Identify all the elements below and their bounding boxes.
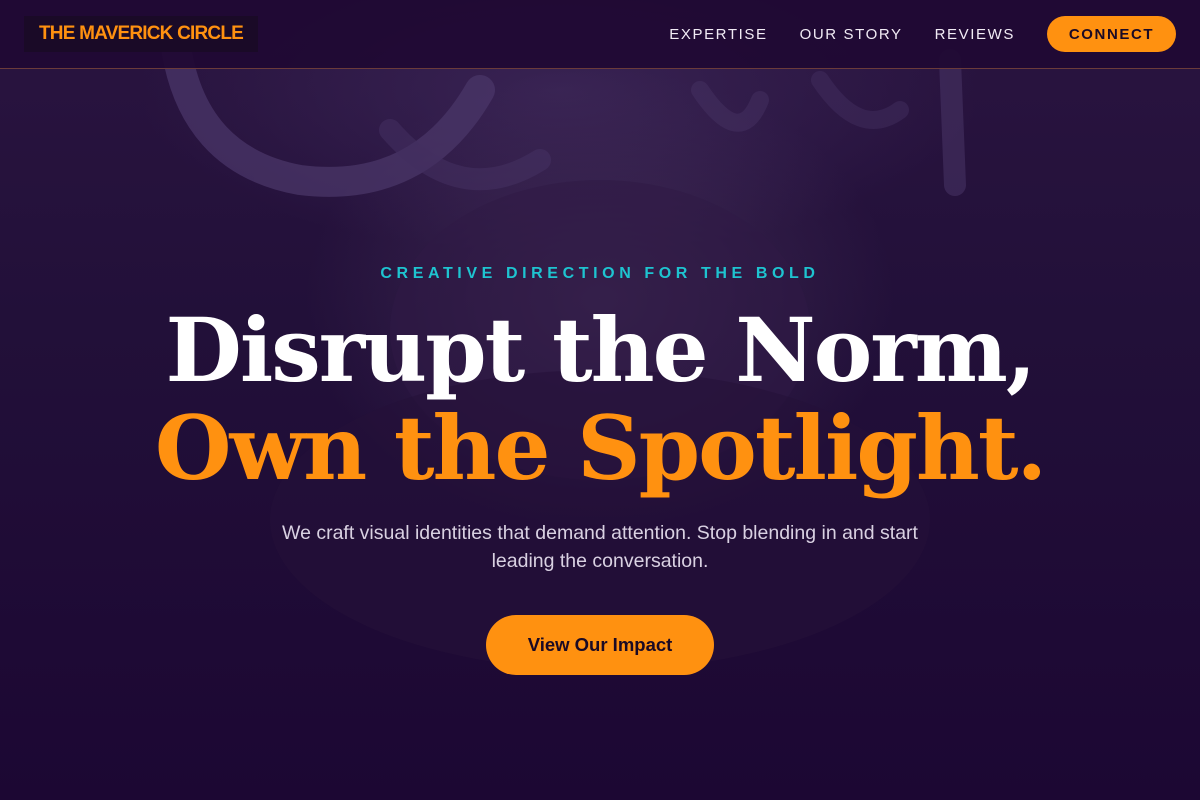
top-navigation-bar: THE MAVERICK CIRCLE EXPERTISE OUR STORY … — [0, 0, 1200, 69]
main-nav: EXPERTISE OUR STORY REVIEWS CONNECT — [669, 16, 1176, 52]
connect-button[interactable]: CONNECT — [1047, 16, 1176, 52]
brand-logo[interactable]: THE MAVERICK CIRCLE — [24, 16, 259, 52]
hero-headline: Disrupt the Norm, Own the Spotlight. — [0, 301, 1200, 497]
headline-line-2: Own the Spotlight. — [154, 396, 1047, 500]
hero-eyebrow: CREATIVE DIRECTION FOR THE BOLD — [380, 265, 820, 282]
nav-link-our-story[interactable]: OUR STORY — [800, 26, 903, 43]
hero-description: We craft visual identities that demand a… — [282, 522, 918, 572]
hero-section: CREATIVE DIRECTION FOR THE BOLD Disrupt … — [0, 69, 1200, 800]
view-our-impact-button[interactable]: View Our Impact — [486, 615, 714, 675]
headline-line-1: Disrupt the Norm, — [165, 298, 1037, 402]
nav-link-reviews[interactable]: REVIEWS — [935, 26, 1015, 43]
nav-link-expertise[interactable]: EXPERTISE — [669, 26, 767, 43]
